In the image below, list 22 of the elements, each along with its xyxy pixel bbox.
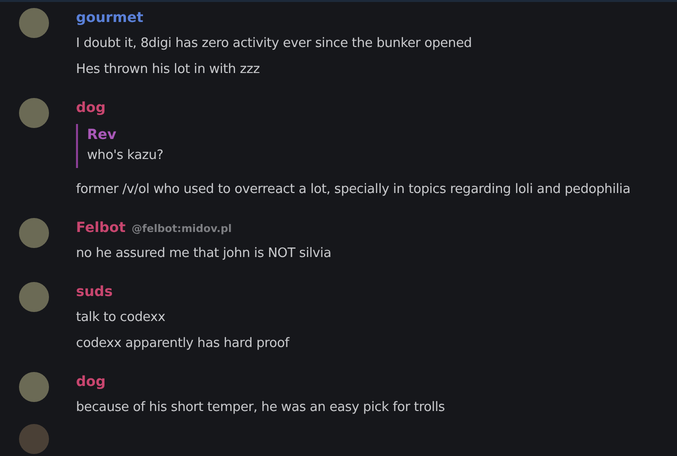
author-name[interactable]: dog <box>76 372 106 392</box>
quoted-text: who's kazu? <box>87 147 164 165</box>
author-name[interactable]: dog <box>76 98 106 118</box>
author-name[interactable]: Felbot <box>76 218 126 238</box>
reply-quote[interactable]: Rev who's kazu? <box>76 124 630 168</box>
avatar-placeholder[interactable] <box>19 282 49 312</box>
avatar-placeholder[interactable] <box>19 424 49 454</box>
message-text: talk to codexx <box>76 309 166 327</box>
message-text: no he assured me that john is NOT silvia <box>76 245 332 263</box>
avatar-placeholder[interactable] <box>19 218 49 248</box>
message-text: I doubt it, 8digi has zero activity ever since the bunker opened <box>76 35 472 53</box>
avatar-placeholder[interactable] <box>19 98 49 128</box>
message-text: because of his short temper, he was an easy pick for trolls <box>76 399 445 417</box>
message-text: Hes thrown his lot in with zzz <box>76 61 261 79</box>
message-text: former /v/ol who used to overreact a lot, specially in topics regarding loli and pedophilia <box>76 181 630 199</box>
avatar-placeholder[interactable] <box>19 8 49 38</box>
avatar-placeholder[interactable] <box>19 372 49 402</box>
quoted-author: Rev <box>87 126 118 144</box>
author-name[interactable]: gourmet <box>76 8 144 28</box>
author-name[interactable]: suds <box>76 282 113 302</box>
message-text: codexx apparently has hard proof <box>76 335 290 353</box>
user-handle: @felbot:midov.pl <box>132 223 232 235</box>
